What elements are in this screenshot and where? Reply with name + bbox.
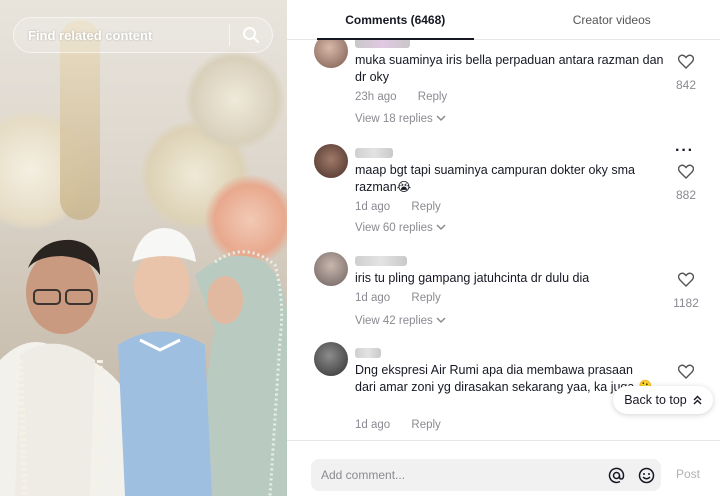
heart-icon — [677, 364, 695, 379]
heart-icon — [677, 54, 695, 69]
like-count: 882 — [675, 188, 697, 202]
heart-icon — [677, 164, 695, 179]
back-to-top-button[interactable]: Back to top — [613, 386, 713, 414]
reply-button[interactable]: Reply — [411, 201, 440, 213]
search-icon — [243, 27, 259, 43]
like-count: 842 — [675, 78, 697, 92]
avatar[interactable] — [314, 40, 348, 68]
comment-meta: 1d ago Reply — [355, 292, 459, 304]
like-button[interactable]: 882 — [671, 164, 701, 202]
avatar[interactable] — [314, 342, 348, 376]
reply-button[interactable]: Reply — [418, 91, 447, 103]
video-player[interactable]: Find related content — [0, 0, 287, 496]
comment-time: 1d ago — [355, 419, 391, 431]
comment-text: Dng ekspresi Air Rumi apa dia membawa pr… — [355, 363, 654, 394]
comment-text: iris tu pling gampang jatuhcinta dr dulu… — [355, 271, 590, 285]
reply-button[interactable]: Reply — [411, 419, 440, 431]
comment-input[interactable]: Add comment... — [311, 459, 661, 491]
view-replies-label: View 18 replies — [355, 113, 433, 125]
tab-creator-videos[interactable]: Creator videos — [504, 0, 720, 39]
avatar[interactable] — [314, 144, 348, 178]
comment-text: maap bgt tapi suaminya campuran dokter o… — [355, 163, 635, 194]
comments-panel: Comments (6468) Creator videos muka suam… — [287, 0, 720, 496]
username-blurred[interactable] — [355, 256, 407, 266]
related-search-input[interactable]: Find related content — [14, 28, 229, 43]
username-blurred[interactable] — [355, 40, 410, 48]
post-button[interactable]: Post — [676, 467, 700, 481]
comment-time: 23h ago — [355, 91, 397, 103]
at-icon — [608, 467, 624, 483]
view-replies-label: View 60 replies — [355, 222, 433, 234]
comment-item: iris tu pling gampang jatuhcinta dr dulu… — [287, 250, 720, 345]
view-replies-button[interactable]: View 42 replies — [355, 315, 446, 327]
related-search-bar[interactable]: Find related content — [13, 17, 273, 53]
like-button[interactable] — [671, 364, 701, 384]
like-button[interactable]: 1182 — [671, 272, 701, 310]
comment-meta: 23h ago Reply — [355, 91, 465, 103]
emoji-icon — [638, 467, 654, 483]
chevron-down-icon — [436, 115, 446, 122]
username-blurred[interactable] — [355, 348, 381, 358]
mention-button[interactable] — [601, 459, 631, 491]
comment-input-placeholder[interactable]: Add comment... — [311, 468, 601, 482]
view-replies-label: View 42 replies — [355, 315, 433, 327]
double-chevron-up-icon — [693, 395, 702, 405]
video-people — [0, 228, 287, 496]
comment-item: ··· maap bgt tapi suaminya campuran dokt… — [287, 142, 720, 247]
comment-list: muka suaminya iris bella perpaduan antar… — [287, 40, 720, 440]
tab-bar: Comments (6468) Creator videos — [287, 0, 720, 40]
comment-time: 1d ago — [355, 292, 391, 304]
username-blurred[interactable] — [355, 148, 393, 158]
page: Find related content Comments (6468) Cre… — [0, 0, 720, 496]
avatar[interactable] — [314, 252, 348, 286]
emoji-button[interactable] — [631, 459, 661, 491]
chevron-down-icon — [436, 224, 446, 231]
tab-comments[interactable]: Comments (6468) — [287, 0, 504, 40]
view-replies-button[interactable]: View 18 replies — [355, 113, 446, 125]
view-replies-button[interactable]: View 60 replies — [355, 222, 446, 234]
comment-footer: Add comment... Post — [287, 440, 720, 496]
search-button[interactable] — [230, 17, 272, 53]
comment-text: muka suaminya iris bella perpaduan antar… — [355, 53, 664, 84]
back-to-top-label: Back to top — [624, 393, 687, 407]
comment-meta: 1d ago Reply — [355, 419, 459, 431]
heart-icon — [677, 272, 695, 287]
comment-meta: 1d ago Reply — [355, 201, 459, 213]
like-count: 1182 — [673, 296, 699, 310]
more-options-button[interactable]: ··· — [675, 142, 694, 160]
comment-time: 1d ago — [355, 201, 391, 213]
comment-item: muka suaminya iris bella perpaduan antar… — [287, 40, 720, 134]
like-button[interactable]: 842 — [671, 54, 701, 92]
reply-button[interactable]: Reply — [411, 292, 440, 304]
chevron-down-icon — [436, 317, 446, 324]
